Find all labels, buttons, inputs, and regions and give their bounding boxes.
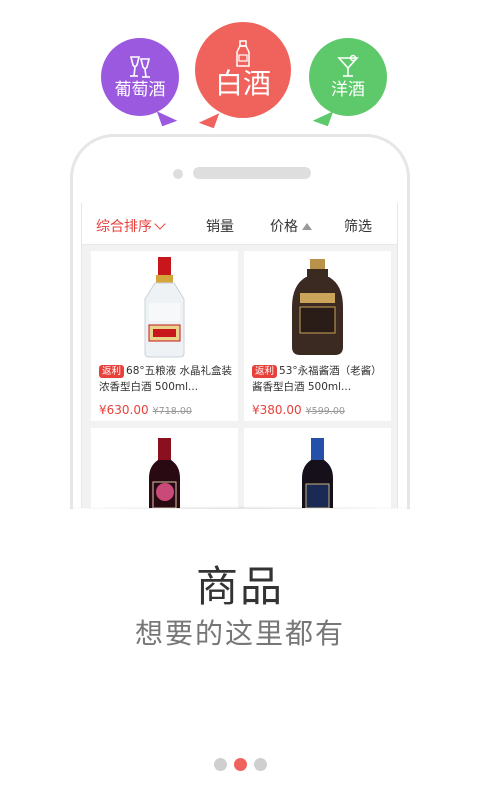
product-card[interactable] (244, 428, 391, 508)
baijiu-bottle-icon (231, 40, 255, 68)
original-price: ¥599.00 (305, 406, 345, 417)
sort-comprehensive-tab[interactable]: 综合排序 (96, 216, 166, 236)
sort-up-icon (302, 223, 312, 230)
product-card[interactable]: 返利 53°永福酱酒（老酱）酱香型白酒 500ml... ¥380.00 ¥599.… (244, 251, 391, 421)
wine-glasses-icon (125, 54, 155, 80)
product-price: ¥380.00 ¥599.00 (252, 403, 345, 417)
product-image-red-wine (149, 438, 180, 508)
original-price: ¥718.00 (152, 406, 192, 417)
product-card[interactable]: 返利 68°五粮液 水晶礼盒装 浓香型白酒 500ml... ¥630.00 ¥71… (91, 251, 238, 421)
filter-tab[interactable]: 筛选 (344, 216, 372, 236)
page-dot[interactable] (213, 758, 227, 771)
product-price: ¥630.00 ¥718.00 (99, 403, 192, 417)
product-image-wuliangye (144, 257, 185, 358)
rebate-badge: 返利 (252, 365, 278, 378)
phone-screen: 综合排序 销量 价格 筛选 返利 68°五粮液 水晶礼盒装 浓香型白酒 500ml… (81, 203, 398, 508)
category-baijiu-button[interactable]: 白酒 (195, 22, 291, 129)
speaker-grille (193, 167, 311, 179)
product-title: 返利 53°永福酱酒（老酱）酱香型白酒 500ml... (252, 365, 382, 393)
page-dot[interactable] (253, 758, 267, 771)
sort-sales-tab[interactable]: 销量 (206, 216, 234, 236)
category-wine-button[interactable]: 葡萄酒 (101, 38, 179, 127)
product-title: 返利 68°五粮液 水晶礼盒装 浓香型白酒 500ml... (99, 365, 232, 393)
page-title: 商品 (195, 562, 284, 611)
sort-price-tab[interactable]: 价格 (270, 216, 312, 236)
page-subtitle: 想要的这里都有 (134, 617, 345, 650)
product-card[interactable] (91, 428, 238, 508)
chevron-down-icon (154, 218, 166, 230)
cocktail-glass-icon (336, 54, 360, 80)
page-indicator (0, 758, 480, 771)
camera-dot (173, 169, 183, 179)
product-image-red-wine (302, 438, 333, 508)
category-label: 白酒 (214, 67, 271, 100)
category-label: 葡萄酒 (114, 80, 166, 100)
page-dot-active[interactable] (233, 758, 247, 771)
category-liquor-button[interactable]: 洋酒 (309, 38, 387, 127)
rebate-badge: 返利 (99, 365, 125, 378)
sort-bar: 综合排序 销量 价格 筛选 (82, 203, 397, 245)
category-label: 洋酒 (331, 80, 365, 100)
product-image-yongfu (292, 259, 343, 355)
